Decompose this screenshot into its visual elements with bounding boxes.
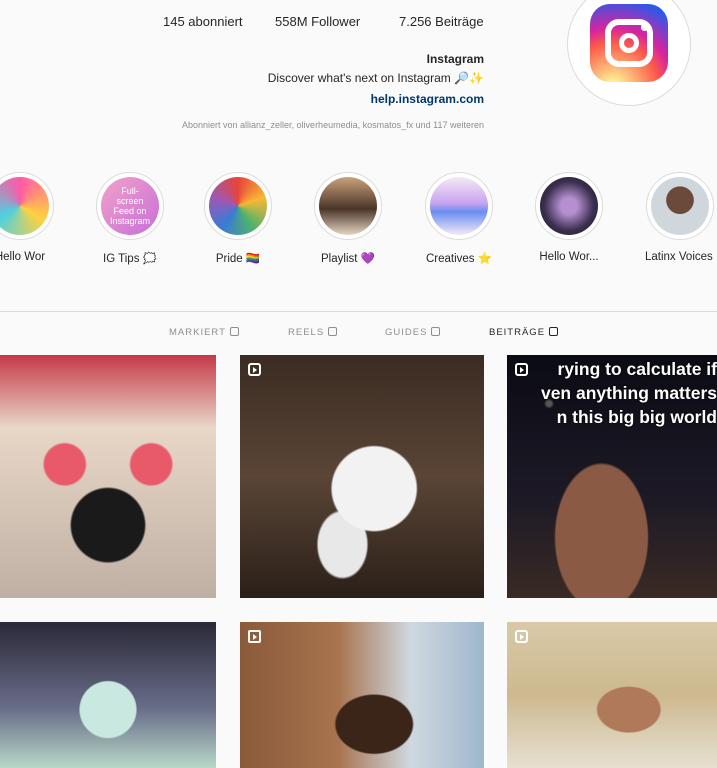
reels-icon bbox=[328, 327, 338, 336]
post-space-talk[interactable]: rying to calculate if ven anything matte… bbox=[507, 355, 717, 598]
highlight-creatives[interactable]: Creatives ⭐ bbox=[404, 172, 514, 265]
tabs-divider bbox=[0, 311, 717, 312]
highlight-ig-tips[interactable]: Full-screen Feed on Instagram IG Tips 🗯️ bbox=[75, 172, 185, 265]
profile-bio: Discover what's next on Instagram 🔎✨ bbox=[267, 71, 484, 85]
tab-posts[interactable]: BEITRÄGE bbox=[489, 327, 559, 338]
tab-reels[interactable]: REELS bbox=[288, 327, 338, 338]
post-cat[interactable] bbox=[240, 355, 484, 598]
highlight-pride[interactable]: Pride 🏳️‍🌈 bbox=[183, 172, 293, 265]
grid-icon bbox=[549, 327, 559, 336]
reel-icon bbox=[515, 363, 528, 376]
highlight-label: Latinx Voices bbox=[645, 251, 713, 263]
highlight-thumbnail bbox=[319, 177, 377, 235]
post-monster-plush[interactable] bbox=[0, 355, 216, 598]
reel-icon bbox=[248, 363, 261, 376]
tile-caption-line: n this big big world bbox=[556, 407, 717, 427]
post-crystal-sculpture[interactable] bbox=[0, 622, 216, 768]
photo-icon bbox=[248, 630, 261, 643]
highlight-thumbnail bbox=[430, 177, 488, 235]
highlight-hello-world[interactable]: Hello Wor... bbox=[514, 172, 624, 263]
tab-guides[interactable]: GUIDES bbox=[385, 327, 441, 338]
tab-reels-label: REELS bbox=[288, 327, 325, 338]
tile-caption: rying to calculate if ven anything matte… bbox=[541, 357, 717, 429]
tab-tagged[interactable]: MARKIERT bbox=[169, 327, 239, 338]
highlight-thumbnail bbox=[209, 177, 267, 235]
highlight-hello-world-2[interactable]: Hello Wor bbox=[0, 172, 75, 263]
highlight-thumbnail: Full-screen Feed on Instagram bbox=[101, 177, 159, 235]
guide-icon bbox=[431, 327, 441, 336]
following-count[interactable]: 145 abonniert bbox=[163, 14, 243, 29]
highlight-label: Playlist 💜 bbox=[321, 253, 375, 265]
highlight-thumbnail bbox=[0, 177, 49, 235]
tile-caption-line: rying to calculate if bbox=[557, 359, 717, 379]
highlight-thumbnail bbox=[651, 177, 709, 235]
highlight-thumbnail bbox=[540, 177, 598, 235]
profile-name: Instagram bbox=[426, 52, 484, 66]
tile-caption-line: ven anything matters bbox=[540, 383, 717, 403]
highlight-label: IG Tips 🗯️ bbox=[103, 253, 157, 265]
tag-icon bbox=[229, 327, 239, 336]
tab-tagged-label: MARKIERT bbox=[169, 327, 226, 338]
highlight-label: Creatives ⭐ bbox=[425, 253, 493, 265]
highlight-label: Hello Wor bbox=[0, 251, 46, 263]
profile-link[interactable]: help.instagram.com bbox=[371, 92, 484, 106]
highlight-label: Hello Wor... bbox=[539, 251, 599, 263]
followers-count[interactable]: 558M Follower bbox=[275, 14, 360, 29]
tab-posts-label: BEITRÄGE bbox=[489, 327, 546, 338]
highlight-latinx-voices[interactable]: Latinx Voices bbox=[625, 172, 717, 263]
tab-guides-label: GUIDES bbox=[385, 327, 428, 338]
ig-tips-circle-text: Full-screen Feed on Instagram bbox=[109, 186, 151, 226]
posts-count: 7.256 Beiträge bbox=[399, 14, 484, 29]
reel-icon bbox=[515, 630, 528, 643]
post-street-portrait[interactable] bbox=[240, 622, 484, 768]
highlight-playlist[interactable]: Playlist 💜 bbox=[293, 172, 403, 265]
instagram-logo-icon bbox=[590, 4, 668, 82]
followed-by-text[interactable]: Abonniert von allianz_zeller, oliverheum… bbox=[182, 120, 484, 130]
post-field-portrait[interactable] bbox=[507, 622, 717, 768]
highlight-label: Pride 🏳️‍🌈 bbox=[215, 253, 261, 265]
